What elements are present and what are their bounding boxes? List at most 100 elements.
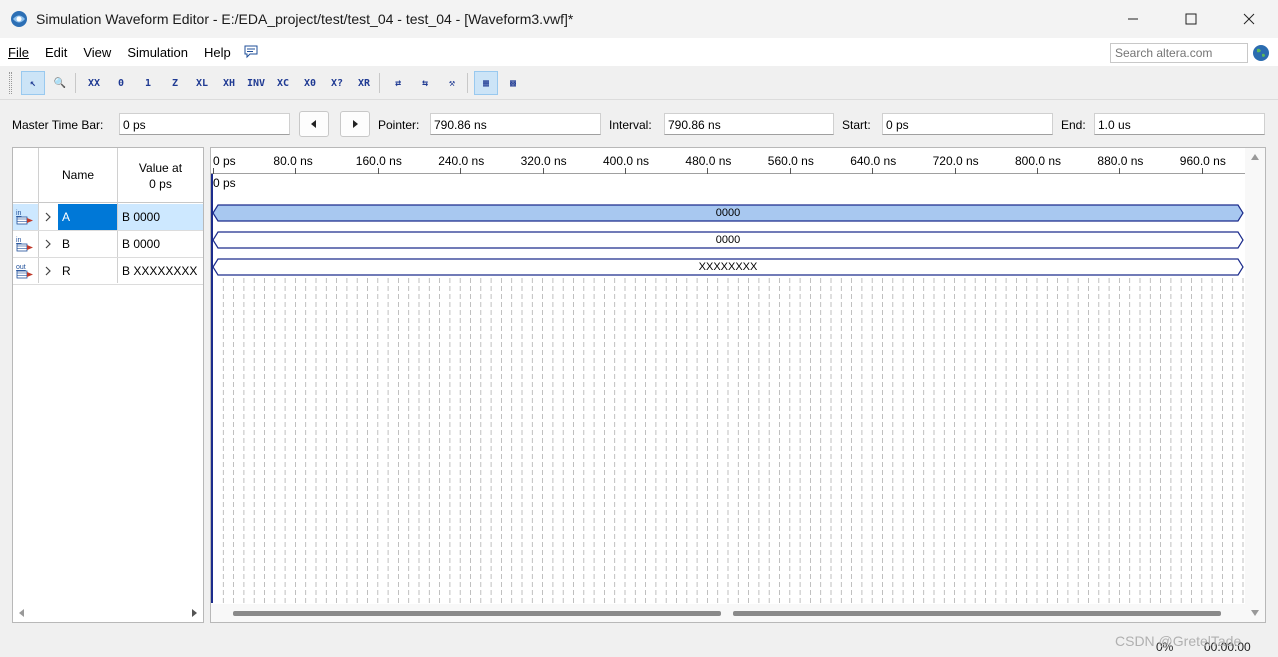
zoom-tool-icon: 🔍: [53, 77, 67, 89]
ruler-tick-label: 560.0 ns: [767, 154, 814, 168]
input-pin-icon: in: [16, 237, 33, 252]
ruler-tick-label: 160.0 ns: [355, 154, 402, 168]
bus-value-label: 0000: [715, 207, 741, 219]
ruler-tick-label: 960.0 ns: [1179, 154, 1226, 168]
waveform-horizontal-scrollbar[interactable]: [211, 604, 1245, 622]
svg-text:in: in: [16, 237, 22, 244]
waveform-panel[interactable]: 0 ps 80.0 ns 160.0 ns 240.0 ns 320.0 ns 400.0…: [210, 147, 1266, 623]
force-low-button[interactable]: 0: [109, 71, 133, 95]
app-logo-icon: [11, 11, 27, 27]
ruler-tick: [1119, 168, 1121, 174]
time-ruler[interactable]: 0 ps 80.0 ns 160.0 ns 240.0 ns 320.0 ns 400.0…: [211, 148, 1245, 174]
ruler-tick-label: 480.0 ns: [685, 154, 732, 168]
signal-name[interactable]: A: [58, 204, 117, 230]
watermark: CSDN @GretelTade: [1115, 633, 1242, 649]
ruler-tick-label: 720.0 ns: [932, 154, 979, 168]
sort-button[interactable]: ▩: [501, 71, 525, 95]
maximize-icon: [1185, 13, 1197, 25]
run-timing-simulation-button[interactable]: ⇆: [413, 71, 437, 95]
ruler-tick-label: 880.0 ns: [1097, 154, 1144, 168]
next-transition-button[interactable]: [340, 111, 370, 137]
arrow-left-icon: [311, 120, 316, 128]
globe-icon[interactable]: [1252, 44, 1270, 62]
overwrite-clock-button[interactable]: X0: [298, 71, 322, 95]
master-time-bar-field[interactable]: 0 ps: [119, 113, 290, 135]
menu-file[interactable]: File: [0, 45, 37, 60]
expand-chevron-icon[interactable]: [44, 212, 52, 222]
generate-netlist-button[interactable]: ⚒: [440, 71, 464, 95]
force-low-icon: 0: [117, 77, 125, 89]
invert-button[interactable]: INV: [244, 71, 268, 95]
input-pin-icon: in: [16, 210, 33, 225]
toolbar-separator: [467, 73, 468, 93]
search-input[interactable]: [1110, 43, 1248, 63]
toolbar-grip[interactable]: [9, 72, 12, 94]
generate-netlist-icon: ⚒: [448, 77, 456, 89]
run-timing-simulation-icon: ⇆: [421, 77, 429, 89]
signal-value: B 0000: [118, 204, 203, 230]
start-label: Start:: [842, 118, 871, 132]
zoom-tool-button[interactable]: 🔍: [48, 71, 72, 95]
previous-transition-button[interactable]: [299, 111, 329, 137]
expand-chevron-icon[interactable]: [44, 239, 52, 249]
signal-value: B 0000: [122, 237, 161, 251]
force-high-icon: 1: [144, 77, 152, 89]
snap-to-grid-button[interactable]: ▦: [474, 71, 498, 95]
random-values-button[interactable]: X?: [325, 71, 349, 95]
signal-list-panel: Name Value at 0 ps in A B 0000 in B B 0000 out…: [12, 147, 204, 623]
help-bubble-icon[interactable]: [243, 44, 259, 60]
force-weak-high-icon: XH: [222, 77, 236, 89]
signal-list-horizontal-scrollbar[interactable]: [13, 604, 203, 622]
selection-tool-button[interactable]: ↖: [21, 71, 45, 95]
start-field: 0 ps: [882, 113, 1053, 135]
toolbar-separator: [379, 73, 380, 93]
force-weak-low-button[interactable]: XL: [190, 71, 214, 95]
run-functional-simulation-icon: ⇄: [394, 77, 402, 89]
count-value-button[interactable]: XC: [271, 71, 295, 95]
signal-name[interactable]: B: [58, 231, 117, 257]
menu-simulation[interactable]: Simulation: [119, 45, 196, 60]
toolbar: ↖ 🔍 XX 0 1 Z XL XH INV XC X0 X? XR ⇄ ⇆ ⚒ ▦ ▩: [0, 66, 1278, 100]
signal-row-r[interactable]: out R B XXXXXXXX: [13, 258, 203, 285]
menu-view[interactable]: View: [75, 45, 119, 60]
ruler-tick: [377, 168, 379, 174]
random-values-icon: X?: [330, 77, 344, 89]
signal-row-a[interactable]: in A B 0000: [13, 204, 203, 231]
force-weak-low-icon: XL: [195, 77, 209, 89]
time-bar-row: Master Time Bar: 0 ps Pointer: 790.86 ns…: [0, 110, 1278, 140]
menu-bar: File Edit View Simulation Help: [0, 38, 1278, 66]
snap-to-grid-icon: ▦: [482, 77, 490, 89]
ruler-tick: [625, 168, 626, 174]
ruler-tick: [1201, 168, 1203, 174]
arbitrary-value-icon: XR: [357, 77, 371, 89]
window-title: Simulation Waveform Editor - E:/EDA_proj…: [36, 11, 574, 27]
close-button[interactable]: [1220, 0, 1278, 38]
expand-chevron-icon[interactable]: [44, 266, 52, 276]
selection-tool-icon: ↖: [29, 77, 37, 89]
output-pin-icon: out: [16, 264, 33, 279]
scroll-up-icon: [1251, 154, 1259, 160]
interval-field: 790.86 ns: [664, 113, 834, 135]
run-functional-simulation-button[interactable]: ⇄: [386, 71, 410, 95]
toolbar-separator: [75, 73, 76, 93]
force-high-button[interactable]: 1: [136, 71, 160, 95]
ruler-tick: [954, 168, 956, 174]
column-header-value-line1: Value at: [138, 161, 183, 175]
waveform-vertical-scrollbar[interactable]: [1245, 148, 1265, 622]
signal-row-b[interactable]: in B B 0000: [13, 231, 203, 258]
column-header-value[interactable]: Value at 0 ps: [118, 160, 203, 192]
close-icon: [1243, 13, 1255, 25]
force-high-impedance-button[interactable]: Z: [163, 71, 187, 95]
force-unknown-button[interactable]: XX: [82, 71, 106, 95]
menu-help[interactable]: Help: [196, 45, 239, 60]
invert-icon: INV: [246, 77, 266, 89]
scroll-thumb-left: [233, 611, 721, 616]
column-header-name[interactable]: Name: [39, 168, 117, 182]
force-weak-high-button[interactable]: XH: [217, 71, 241, 95]
maximize-button[interactable]: [1162, 0, 1220, 38]
ruler-tick: [542, 168, 544, 174]
signal-name[interactable]: R: [58, 258, 117, 284]
minimize-button[interactable]: [1104, 0, 1162, 38]
menu-edit[interactable]: Edit: [37, 45, 75, 60]
arbitrary-value-button[interactable]: XR: [352, 71, 376, 95]
